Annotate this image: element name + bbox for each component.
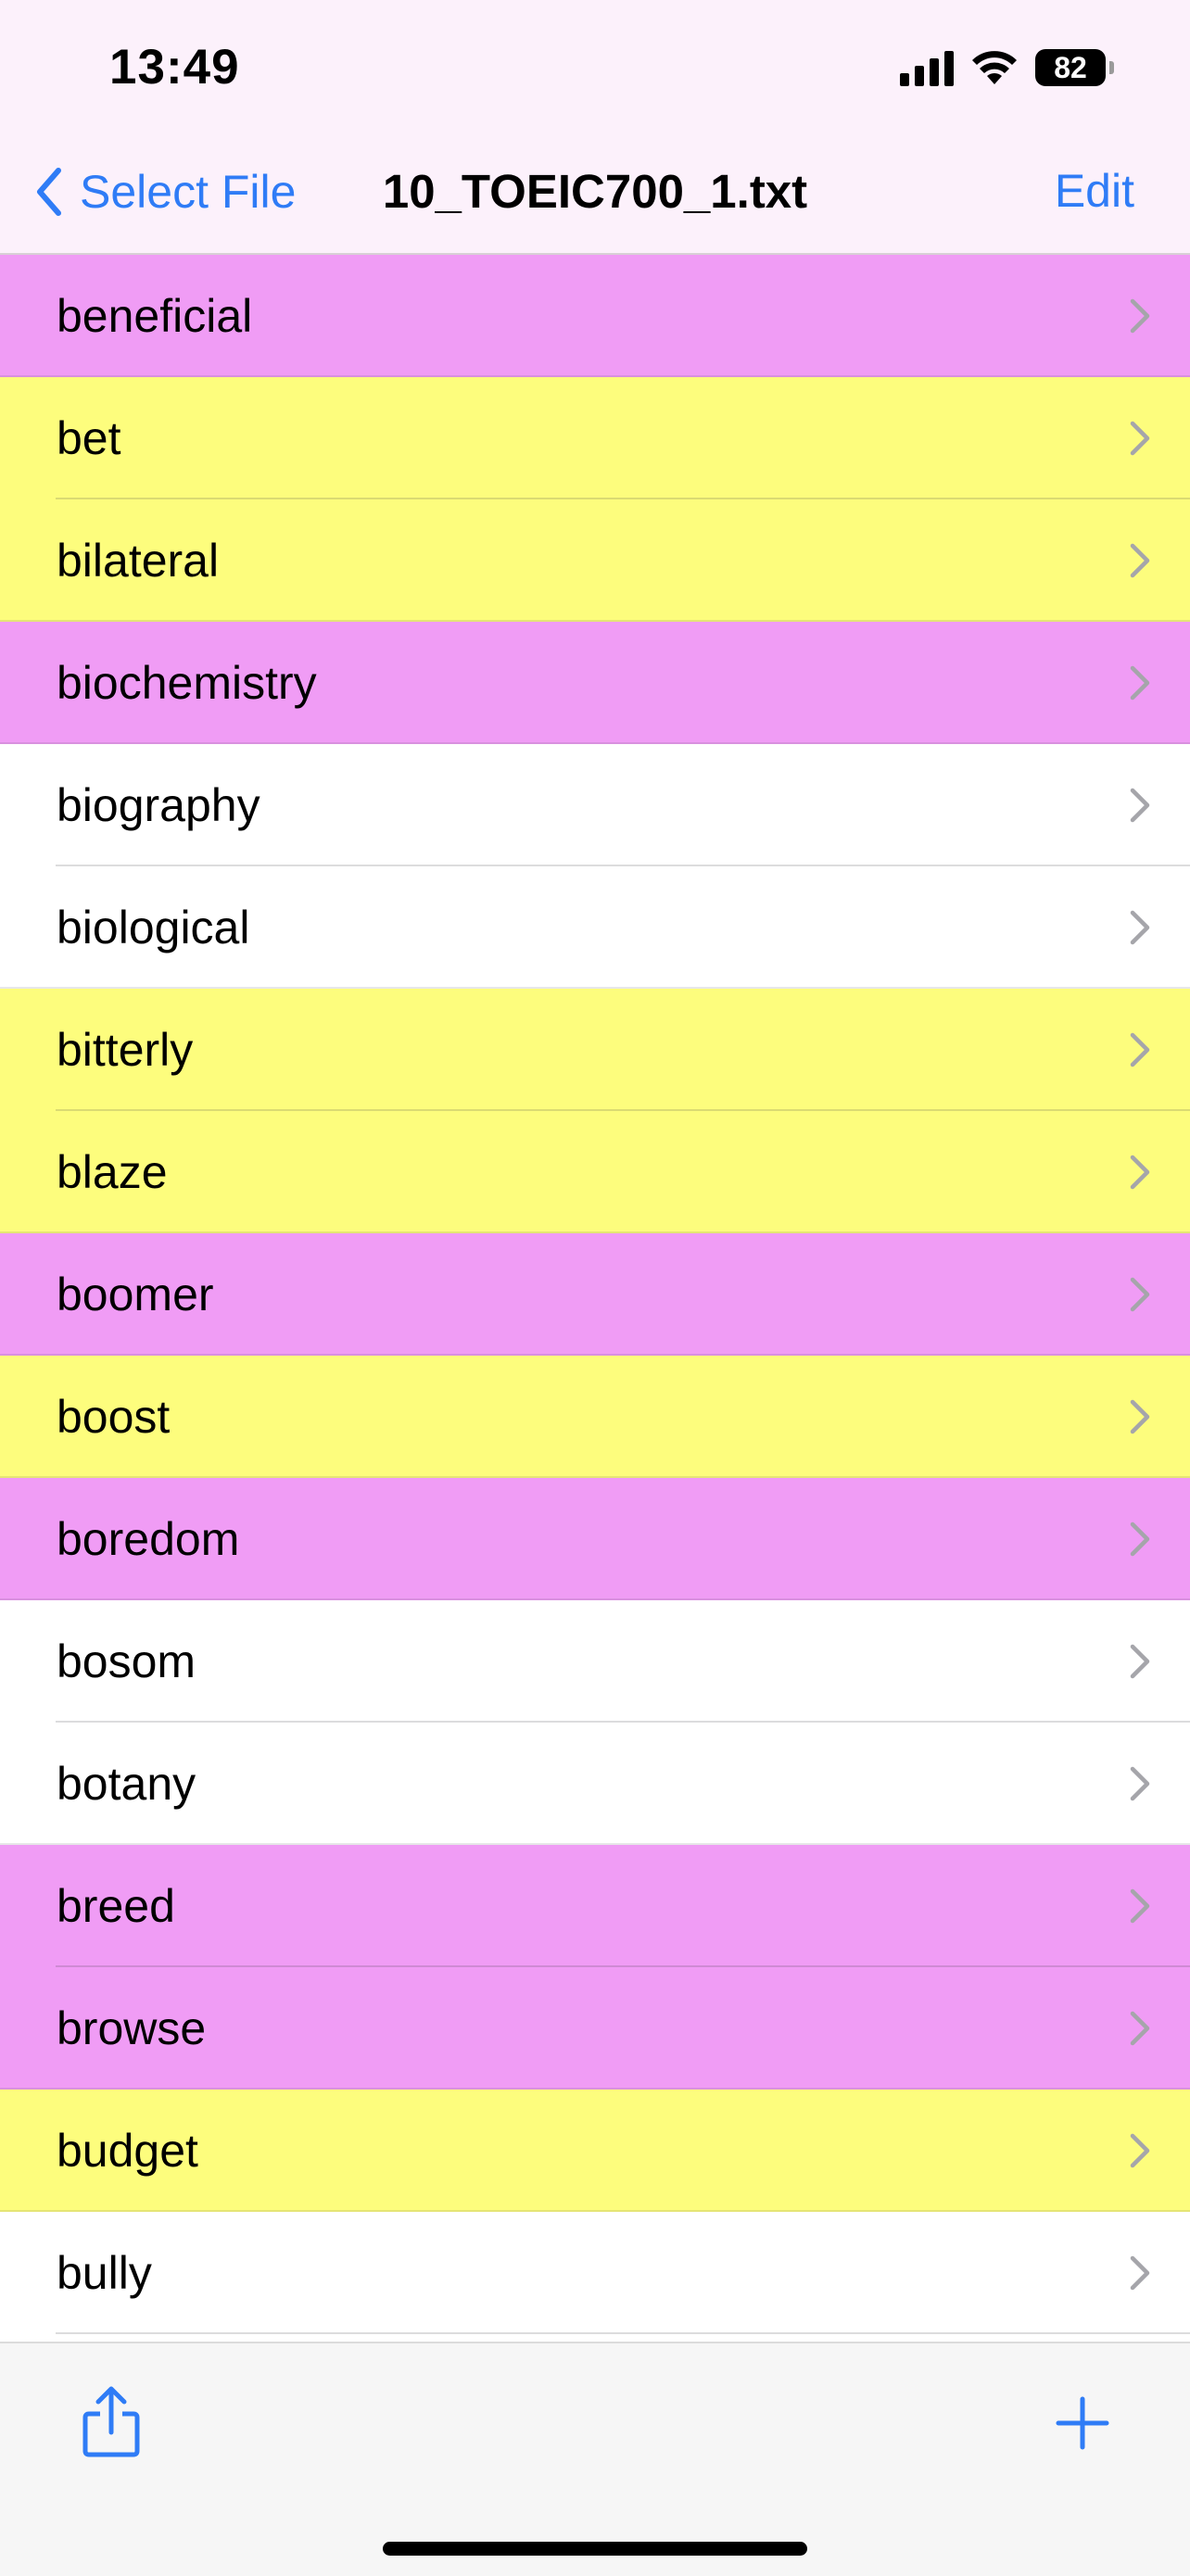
chevron-right-icon bbox=[1130, 788, 1150, 823]
page-title: 10_TOEIC700_1.txt bbox=[382, 165, 808, 218]
chevron-right-icon bbox=[1130, 1277, 1150, 1312]
battery-level: 82 bbox=[1054, 51, 1087, 84]
edit-button[interactable]: Edit bbox=[1055, 130, 1134, 253]
list-item[interactable]: botany bbox=[0, 1723, 1190, 1845]
list-item[interactable]: beneficial bbox=[0, 255, 1190, 377]
list-item[interactable]: bitterly bbox=[0, 989, 1190, 1111]
list-item[interactable]: bosom bbox=[0, 1600, 1190, 1723]
list-item-label: botany bbox=[57, 1758, 196, 1810]
status-icons: 82 bbox=[900, 46, 1114, 89]
chevron-right-icon bbox=[1130, 2011, 1150, 2046]
list-item-label: biochemistry bbox=[57, 657, 317, 709]
chevron-right-icon bbox=[1130, 1399, 1150, 1434]
chevron-right-icon bbox=[1130, 298, 1150, 334]
chevron-right-icon bbox=[1130, 665, 1150, 701]
list-item[interactable]: biochemistry bbox=[0, 622, 1190, 744]
list-item[interactable]: browse bbox=[0, 1967, 1190, 2090]
list-item[interactable]: bully bbox=[0, 2212, 1190, 2334]
plus-icon[interactable] bbox=[1055, 2395, 1110, 2451]
list-item-label: bilateral bbox=[57, 535, 220, 587]
chevron-right-icon bbox=[1130, 543, 1150, 578]
list-item-label: bosom bbox=[57, 1635, 196, 1687]
status-time: 13:49 bbox=[109, 40, 240, 95]
list-item-label: biological bbox=[57, 902, 250, 953]
list-item-label: boomer bbox=[57, 1269, 214, 1320]
list-item[interactable]: biography bbox=[0, 744, 1190, 866]
list-item-label: biography bbox=[57, 779, 260, 831]
share-icon[interactable] bbox=[80, 2384, 143, 2458]
chevron-right-icon bbox=[1130, 1522, 1150, 1557]
wifi-icon bbox=[972, 51, 1017, 84]
list-item-label: bully bbox=[57, 2247, 152, 2299]
battery-icon: 82 bbox=[1035, 49, 1106, 86]
list-item-label: bitterly bbox=[57, 1024, 194, 1076]
chevron-right-icon bbox=[1130, 2133, 1150, 2168]
bottom-toolbar bbox=[0, 2342, 1190, 2576]
list-item-label: breed bbox=[57, 1880, 175, 1932]
word-list: beneficial bet bilateral biochemistry biogra… bbox=[0, 255, 1190, 2342]
list-item-label: boredom bbox=[57, 1513, 240, 1565]
list-item[interactable]: breed bbox=[0, 1845, 1190, 1967]
list-item[interactable]: boost bbox=[0, 1356, 1190, 1478]
list-item-label: blaze bbox=[57, 1146, 168, 1198]
list-item[interactable]: bet bbox=[0, 377, 1190, 499]
list-item-label: bet bbox=[57, 412, 121, 464]
list-item[interactable]: budget bbox=[0, 2090, 1190, 2212]
list-item[interactable]: bilateral bbox=[0, 499, 1190, 622]
chevron-right-icon bbox=[1130, 910, 1150, 945]
chevron-right-icon bbox=[1130, 2255, 1150, 2291]
chevron-right-icon bbox=[1130, 1155, 1150, 1190]
chevron-right-icon bbox=[1130, 1766, 1150, 1801]
chevron-right-icon bbox=[1130, 1032, 1150, 1067]
chevron-right-icon bbox=[1130, 1644, 1150, 1679]
list-item-label: beneficial bbox=[57, 290, 253, 342]
chevron-right-icon bbox=[1130, 421, 1150, 456]
list-item-label: budget bbox=[57, 2125, 198, 2177]
list-item-label: browse bbox=[57, 2002, 207, 2054]
navigation-bar: Select File 10_TOEIC700_1.txt Edit bbox=[0, 130, 1190, 255]
home-indicator bbox=[383, 2542, 807, 2556]
battery-tip bbox=[1109, 61, 1114, 74]
status-bar: 13:49 82 bbox=[0, 0, 1190, 130]
cellular-signal-icon bbox=[900, 49, 954, 86]
list-item[interactable]: boredom bbox=[0, 1478, 1190, 1600]
list-item[interactable]: biological bbox=[0, 866, 1190, 989]
list-item-label: boost bbox=[57, 1391, 171, 1443]
list-item[interactable]: boomer bbox=[0, 1233, 1190, 1356]
list-item[interactable]: blaze bbox=[0, 1111, 1190, 1233]
chevron-right-icon bbox=[1130, 1888, 1150, 1924]
